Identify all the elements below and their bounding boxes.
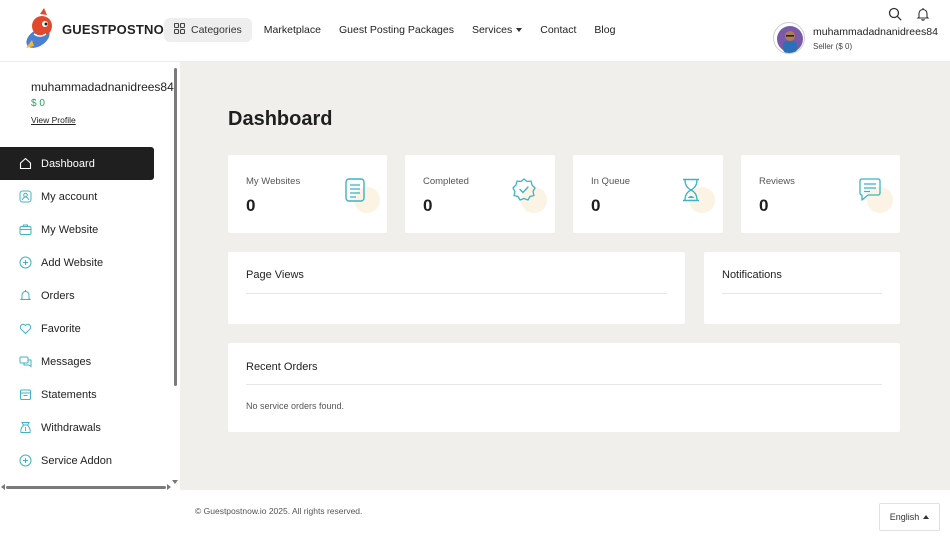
avatar[interactable]: [773, 22, 805, 54]
sidebar-item-dashboard[interactable]: Dashboard: [0, 147, 154, 180]
sidebar-item-label: Messages: [41, 355, 92, 368]
stat-card-my-websites[interactable]: My Websites 0: [228, 155, 387, 233]
briefcase-icon: [18, 223, 32, 237]
nav-blog[interactable]: Blog: [594, 24, 615, 36]
home-icon: [18, 157, 32, 171]
sidebar-menu: Dashboard My account My Website Add Webs…: [0, 147, 172, 477]
language-selector[interactable]: English: [879, 503, 940, 531]
nav-contact[interactable]: Contact: [540, 24, 576, 36]
stat-card-reviews[interactable]: Reviews 0: [741, 155, 900, 233]
money-bag-icon: [18, 421, 32, 435]
stat-label: Completed: [423, 176, 469, 187]
stat-label: My Websites: [246, 176, 301, 187]
sidebar-item-my-website[interactable]: My Website: [0, 213, 172, 246]
sidebar-item-label: Withdrawals: [41, 421, 101, 434]
scroll-down-arrow-icon[interactable]: [172, 480, 178, 484]
divider: [246, 384, 882, 385]
sidebar-item-label: Service Addon: [41, 454, 112, 467]
stat-card-in-queue[interactable]: In Queue 0: [573, 155, 723, 233]
panel-title: Notifications: [722, 269, 782, 281]
panel-title: Recent Orders: [246, 361, 318, 373]
main-nav: Categories Marketplace Guest Posting Pac…: [164, 18, 615, 42]
sidebar-item-label: My Website: [41, 223, 99, 236]
sidebar: muhammadadnanidrees84 $ 0 View Profile D…: [0, 62, 180, 492]
view-profile-link[interactable]: View Profile: [31, 115, 174, 125]
sidebar-item-withdrawals[interactable]: Withdrawals: [0, 411, 172, 444]
sidebar-item-add-website[interactable]: Add Website: [0, 246, 172, 279]
sidebar-item-my-account[interactable]: My account: [0, 180, 172, 213]
divider: [246, 293, 667, 294]
plus-circle-icon: [18, 454, 32, 468]
brand-name[interactable]: GUESTPOSTNOW: [62, 22, 176, 37]
calendar-icon: [18, 388, 32, 402]
chevron-down-icon: [516, 28, 523, 32]
badge-check-icon: [511, 177, 547, 213]
stat-value: 0: [591, 196, 601, 215]
comment-icon: [857, 177, 893, 213]
language-label: English: [889, 512, 920, 522]
stat-label: Reviews: [759, 176, 795, 187]
header-user-role: Seller ($ 0): [813, 42, 853, 51]
nav-guest-posting-packages[interactable]: Guest Posting Packages: [339, 24, 454, 36]
document-icon: [344, 177, 380, 213]
nav-services-label: Services: [471, 24, 513, 36]
scroll-right-arrow-icon[interactable]: [167, 484, 171, 490]
stat-value: 0: [423, 196, 433, 215]
stat-label: In Queue: [591, 176, 631, 187]
sidebar-horizontal-scrollbar[interactable]: [6, 486, 166, 489]
recent-orders-panel: Recent Orders No service orders found.: [228, 343, 900, 432]
sidebar-item-label: Add Website: [41, 256, 104, 269]
user-icon: [18, 190, 32, 204]
sidebar-item-service-addon[interactable]: Service Addon: [0, 444, 172, 477]
hourglass-icon: [679, 177, 715, 213]
nav-marketplace[interactable]: Marketplace: [264, 24, 321, 36]
stat-value: 0: [759, 196, 769, 215]
sidebar-item-label: Dashboard: [41, 157, 95, 170]
top-navbar: GUESTPOSTNOW Categories Marketplace Gues…: [0, 0, 950, 62]
sidebar-item-label: Favorite: [41, 322, 81, 335]
stat-value: 0: [246, 196, 256, 215]
scroll-left-arrow-icon[interactable]: [1, 484, 5, 490]
sidebar-item-label: My account: [41, 190, 98, 203]
sidebar-item-orders[interactable]: Orders: [0, 279, 172, 312]
main-content: Dashboard My Websites 0 Completed 0 In Q…: [180, 62, 950, 490]
categories-label: Categories: [191, 24, 242, 36]
plus-circle-icon: [18, 256, 32, 270]
page-title: Dashboard: [228, 108, 333, 130]
stat-card-completed[interactable]: Completed 0: [405, 155, 555, 233]
nav-services[interactable]: Services: [471, 24, 523, 36]
empty-state-message: No service orders found.: [246, 401, 345, 411]
brand-logo[interactable]: [20, 8, 60, 52]
header-icons: [888, 7, 930, 26]
grid-icon: [173, 22, 186, 37]
page-views-panel: Page Views: [228, 252, 685, 324]
sidebar-vertical-scrollbar[interactable]: [174, 68, 177, 386]
sidebar-user: muhammadadnanidrees84 $ 0 View Profile: [31, 80, 174, 125]
sidebar-item-messages[interactable]: Messages: [0, 345, 172, 378]
bell-icon: [18, 289, 32, 303]
header-username: muhammadadnanidrees84: [813, 26, 938, 38]
chevron-up-icon: [923, 515, 930, 519]
sidebar-item-label: Statements: [41, 388, 97, 401]
sidebar-balance: $ 0: [31, 98, 45, 109]
categories-button[interactable]: Categories: [164, 18, 252, 42]
notifications-panel: Notifications: [704, 252, 900, 324]
heart-icon: [18, 322, 32, 336]
sidebar-item-favorite[interactable]: Favorite: [0, 312, 172, 345]
search-icon[interactable]: [888, 7, 902, 26]
chat-icon: [18, 355, 32, 369]
panel-title: Page Views: [246, 269, 304, 281]
notification-bell-icon[interactable]: [916, 7, 930, 26]
sidebar-username: muhammadadnanidrees84: [31, 80, 174, 94]
sidebar-item-statements[interactable]: Statements: [0, 378, 172, 411]
footer-copyright: © Guestpostnow.io 2025. All rights reser…: [195, 506, 363, 516]
divider: [722, 293, 882, 294]
sidebar-item-label: Orders: [41, 289, 75, 302]
